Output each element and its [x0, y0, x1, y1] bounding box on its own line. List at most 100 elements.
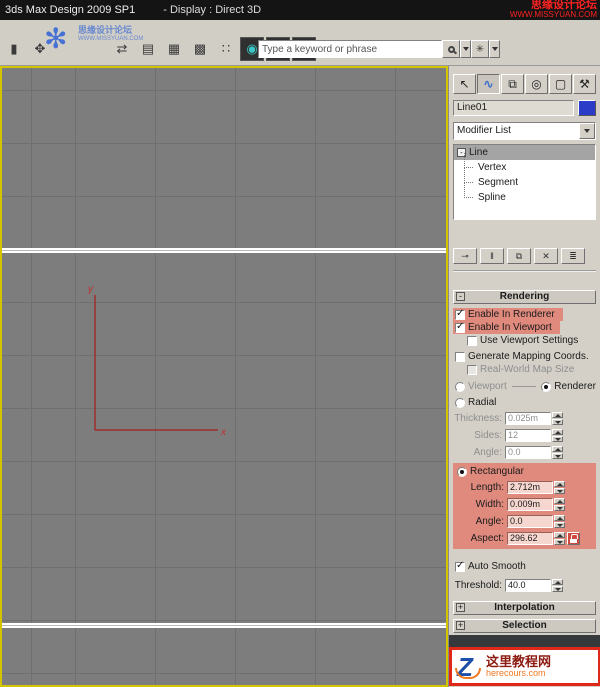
dropdown-button[interactable]: [579, 123, 595, 139]
auto-smooth-label: Auto Smooth: [468, 561, 526, 572]
search-input[interactable]: [258, 40, 442, 58]
stack-item-label: Spline: [478, 192, 506, 203]
aspect-spinner[interactable]: [554, 532, 565, 545]
angle-row: Angle: 0.0: [453, 445, 596, 460]
axis-y-label: y: [87, 284, 94, 295]
layer-manager-icon[interactable]: ▤: [136, 37, 160, 61]
stack-item-spline[interactable]: Spline: [454, 183, 595, 205]
width-spinner[interactable]: [554, 498, 565, 511]
enable-in-viewport-checkbox[interactable]: [455, 321, 465, 333]
search-options-dropdown[interactable]: [460, 40, 471, 58]
show-end-result-button[interactable]: ‖: [480, 248, 504, 264]
watermark-missyuan: 思缘设计论坛 WWW.MISSYUAN.COM: [510, 0, 597, 19]
modifier-list-dropdown[interactable]: Modifier List: [453, 122, 596, 140]
real-world-map-label: Real-World Map Size: [480, 364, 575, 375]
rendering-rollout-title: Rendering: [499, 291, 550, 302]
star-options-dropdown[interactable]: [489, 40, 500, 58]
cropped-left-icon[interactable]: ▮: [2, 37, 26, 61]
tab-modify[interactable]: ∿: [477, 74, 500, 94]
rectangular-row: Rectangular: [455, 465, 594, 478]
graphite-tools-icon[interactable]: ▦: [162, 37, 186, 61]
herecours-site-name: 这里教程网: [486, 653, 552, 669]
radial-radio-label: Radial: [468, 397, 497, 408]
sides-input: 12: [505, 429, 551, 442]
command-panel-tabs: ↖ ∿ ⧉ ◎ ▢ ⚒: [453, 74, 596, 94]
width-input[interactable]: 0.009m: [507, 498, 553, 511]
use-viewport-settings-row: Use Viewport Settings: [465, 334, 596, 347]
chevron-down-icon: [462, 47, 469, 51]
threshold-input[interactable]: 40.0: [505, 579, 551, 592]
stack-item-vertex[interactable]: Vertex: [454, 153, 595, 175]
angle-spinner: [552, 446, 563, 459]
remove-modifier-button[interactable]: ✕: [534, 248, 558, 264]
length-input[interactable]: 2.712m: [507, 481, 553, 494]
viewport-active[interactable]: y x: [0, 66, 448, 687]
axis-x-label: x: [220, 427, 227, 438]
divider: [453, 270, 596, 272]
renderer-radio[interactable]: [541, 381, 552, 392]
modifier-list-label: Modifier List: [457, 125, 511, 136]
radial-radio[interactable]: [455, 397, 465, 408]
tab-display[interactable]: ▢: [549, 74, 572, 94]
configure-modifier-sets-button[interactable]: ≣: [561, 248, 585, 264]
angle-label: Angle:: [473, 447, 502, 458]
mirror-icon[interactable]: ⇄: [110, 37, 134, 61]
chevron-down-icon: [491, 47, 498, 51]
aspect-label: Aspect:: [470, 533, 504, 544]
rendering-rollout-header[interactable]: - Rendering: [453, 290, 596, 304]
stack-item-label: Segment: [478, 177, 519, 188]
make-unique-button[interactable]: ⧉: [507, 248, 531, 264]
object-name-field[interactable]: Line01: [453, 100, 574, 116]
herecours-site-url: herecours.com: [486, 668, 546, 679]
herecours-logo-icon: Z: [455, 654, 481, 680]
angle-input: 0.0: [505, 446, 551, 459]
enable-in-renderer-checkbox[interactable]: [455, 308, 465, 320]
threshold-row: Threshold: 40.0: [453, 578, 596, 593]
search-star-button[interactable]: ✳: [471, 40, 489, 58]
auto-smooth-checkbox[interactable]: [455, 560, 465, 572]
modifier-stack: - Line Vertex Segment Spline: [453, 144, 596, 220]
thickness-row: Thickness: 0.025m: [453, 411, 596, 426]
tab-motion[interactable]: ◎: [525, 74, 548, 94]
radial-row: Radial: [453, 396, 596, 409]
enable-in-renderer-row: Enable In Renderer: [453, 308, 563, 321]
sides-row: Sides: 12: [453, 428, 596, 443]
stack-item-line[interactable]: - Line: [454, 145, 595, 160]
stack-item-label: Vertex: [478, 162, 507, 173]
color-swatches-icon[interactable]: ∷: [214, 37, 238, 61]
length-spinner[interactable]: [554, 481, 565, 494]
interpolation-rollout-header[interactable]: + Interpolation: [453, 601, 596, 615]
curve-editor-icon[interactable]: ▩: [188, 37, 212, 61]
pin-stack-button[interactable]: ⊸: [453, 248, 477, 264]
stack-item-segment[interactable]: Segment: [454, 168, 595, 190]
auto-smooth-row: Auto Smooth: [453, 560, 596, 573]
tab-utilities[interactable]: ⚒: [573, 74, 596, 94]
use-viewport-settings-checkbox[interactable]: [467, 335, 477, 346]
thickness-label: Thickness:: [454, 413, 502, 424]
tab-create[interactable]: ↖: [453, 74, 476, 94]
selection-rollout-header[interactable]: + Selection: [453, 619, 596, 633]
generate-mapping-checkbox[interactable]: [455, 351, 465, 362]
search-button[interactable]: [442, 40, 460, 58]
object-color-swatch[interactable]: [578, 100, 596, 116]
thickness-input: 0.025m: [505, 412, 551, 425]
angle2-input[interactable]: 0.0: [507, 515, 553, 528]
viewport-radio-label: Viewport: [468, 381, 507, 392]
enable-in-renderer-label: Enable In Renderer: [468, 309, 555, 320]
search-icon: [447, 45, 455, 53]
lock-aspect-button[interactable]: [567, 532, 580, 545]
tab-hierarchy[interactable]: ⧉: [501, 74, 524, 94]
chevron-down-icon: [584, 129, 590, 133]
rectangular-radio[interactable]: [457, 466, 467, 477]
angle2-spinner[interactable]: [554, 515, 565, 528]
generate-mapping-row: Generate Mapping Coords.: [453, 350, 596, 363]
real-world-map-checkbox: [467, 364, 477, 375]
threshold-spinner[interactable]: [552, 579, 563, 592]
window-title: 3ds Max Design 2009 SP1: [5, 4, 136, 16]
toolbar-icon-2[interactable]: ✥: [28, 37, 52, 61]
threshold-label: Threshold:: [454, 580, 502, 591]
expand-icon: +: [456, 602, 465, 612]
title-bar[interactable]: 3ds Max Design 2009 SP1 - Display : Dire…: [0, 0, 600, 20]
aspect-input[interactable]: 296.62: [507, 532, 553, 545]
modify-icon: ∿: [483, 77, 494, 91]
